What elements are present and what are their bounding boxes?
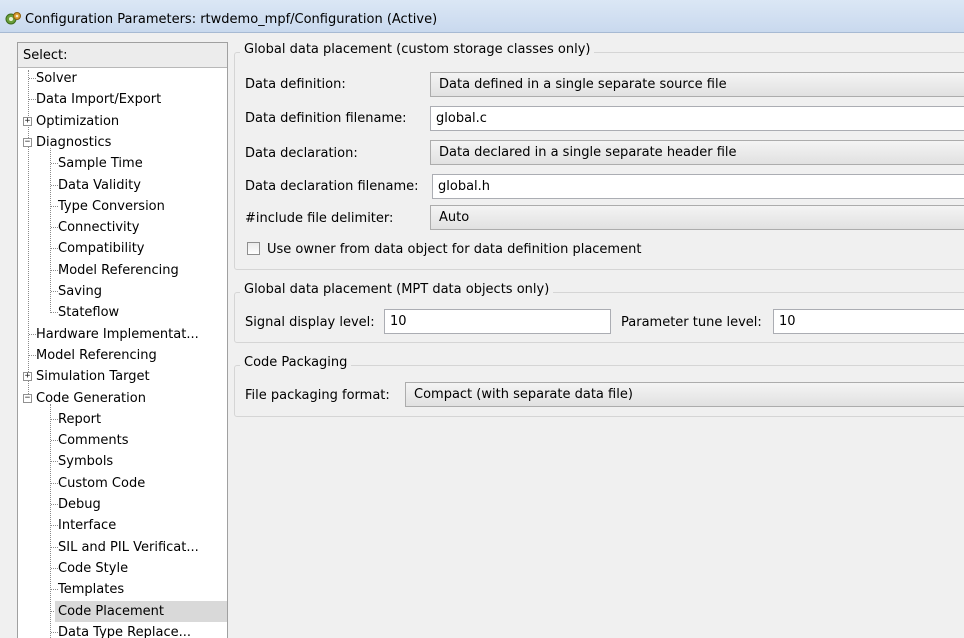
data-declaration-filename-label: Data declaration filename: (245, 179, 419, 194)
parameter-tune-label: Parameter tune level: (621, 315, 762, 330)
tree-item[interactable]: Data Validity (57, 175, 145, 196)
data-definition-filename-label: Data definition filename: (245, 111, 407, 126)
tree-item[interactable]: Type Conversion (57, 196, 169, 217)
data-definition-label: Data definition: (245, 77, 346, 92)
tree-item[interactable]: Model Referencing (35, 345, 161, 366)
tree-item[interactable]: Debug (57, 494, 105, 515)
tree-item[interactable]: Code Placement (55, 600, 227, 622)
data-declaration-select[interactable]: Data declared in a single separate heade… (430, 140, 964, 165)
include-delimiter-select[interactable]: Auto (430, 205, 964, 230)
data-definition-select[interactable]: Data defined in a single separate source… (430, 72, 964, 97)
simulink-config-icon (5, 12, 21, 25)
signal-display-label: Signal display level: (245, 315, 375, 330)
tree-item[interactable]: Templates (57, 579, 128, 600)
tree-item[interactable]: Data Import/Export (35, 89, 165, 110)
tree-item[interactable]: Code Style (57, 558, 132, 579)
tree-item[interactable]: Compatibility (57, 238, 149, 259)
custom-storage-legend: Global data placement (custom storage cl… (240, 41, 595, 59)
data-declaration-filename-input[interactable]: global.h (432, 174, 964, 199)
code-packaging-legend: Code Packaging (240, 354, 352, 372)
tree-guide-line (50, 147, 51, 314)
tree-item[interactable]: Optimization (35, 111, 123, 132)
owner-placement-checkbox[interactable] (247, 242, 260, 255)
tree-item[interactable]: Symbols (57, 451, 117, 472)
tree-item[interactable]: Code Generation (35, 388, 150, 409)
tree-item[interactable]: SIL and PIL Verificat... (57, 537, 203, 558)
file-packaging-select[interactable]: Compact (with separate data file) (405, 382, 964, 407)
select-tree-panel: Select: Solver Data Import/Export + Optimiz… (17, 42, 228, 638)
tree-item[interactable]: Diagnostics (35, 132, 115, 153)
tree-item[interactable]: Sample Time (57, 153, 147, 174)
select-header: Select: (18, 43, 227, 68)
tree-item[interactable]: Stateflow (57, 302, 123, 323)
tree-item[interactable]: Custom Code (57, 473, 149, 494)
tree-item[interactable]: Interface (57, 515, 120, 536)
mpt-legend: Global data placement (MPT data objects … (240, 281, 554, 299)
tree-guide-line (50, 403, 51, 638)
tree-item[interactable]: Simulation Target (35, 366, 154, 387)
parameter-tune-input[interactable]: 10 (773, 309, 964, 334)
tree-item[interactable]: Comments (57, 430, 132, 451)
tree-item[interactable]: Report (57, 409, 105, 430)
expand-icon[interactable]: + (23, 116, 32, 126)
title-bar: Configuration Parameters: rtwdemo_mpf/Co… (0, 0, 964, 33)
tree-item[interactable]: Connectivity (57, 217, 143, 238)
window-title: Configuration Parameters: rtwdemo_mpf/Co… (25, 12, 438, 27)
data-declaration-label: Data declaration: (245, 146, 358, 161)
owner-placement-label: Use owner from data object for data defi… (267, 242, 642, 257)
include-delimiter-label: #include file delimiter: (245, 211, 394, 226)
tree-item[interactable]: Data Type Replace... (57, 622, 195, 638)
tree-item[interactable]: Solver (35, 68, 81, 89)
collapse-icon[interactable]: − (23, 137, 32, 147)
data-definition-filename-input[interactable]: global.c (430, 106, 964, 131)
signal-display-input[interactable]: 10 (384, 309, 611, 334)
tree-item[interactable]: Model Referencing (57, 260, 183, 281)
tree-item[interactable]: Hardware Implementat... (35, 324, 203, 345)
collapse-icon[interactable]: − (23, 393, 32, 403)
file-packaging-label: File packaging format: (245, 388, 390, 403)
tree-item[interactable]: Saving (57, 281, 106, 302)
expand-icon[interactable]: + (23, 372, 32, 382)
